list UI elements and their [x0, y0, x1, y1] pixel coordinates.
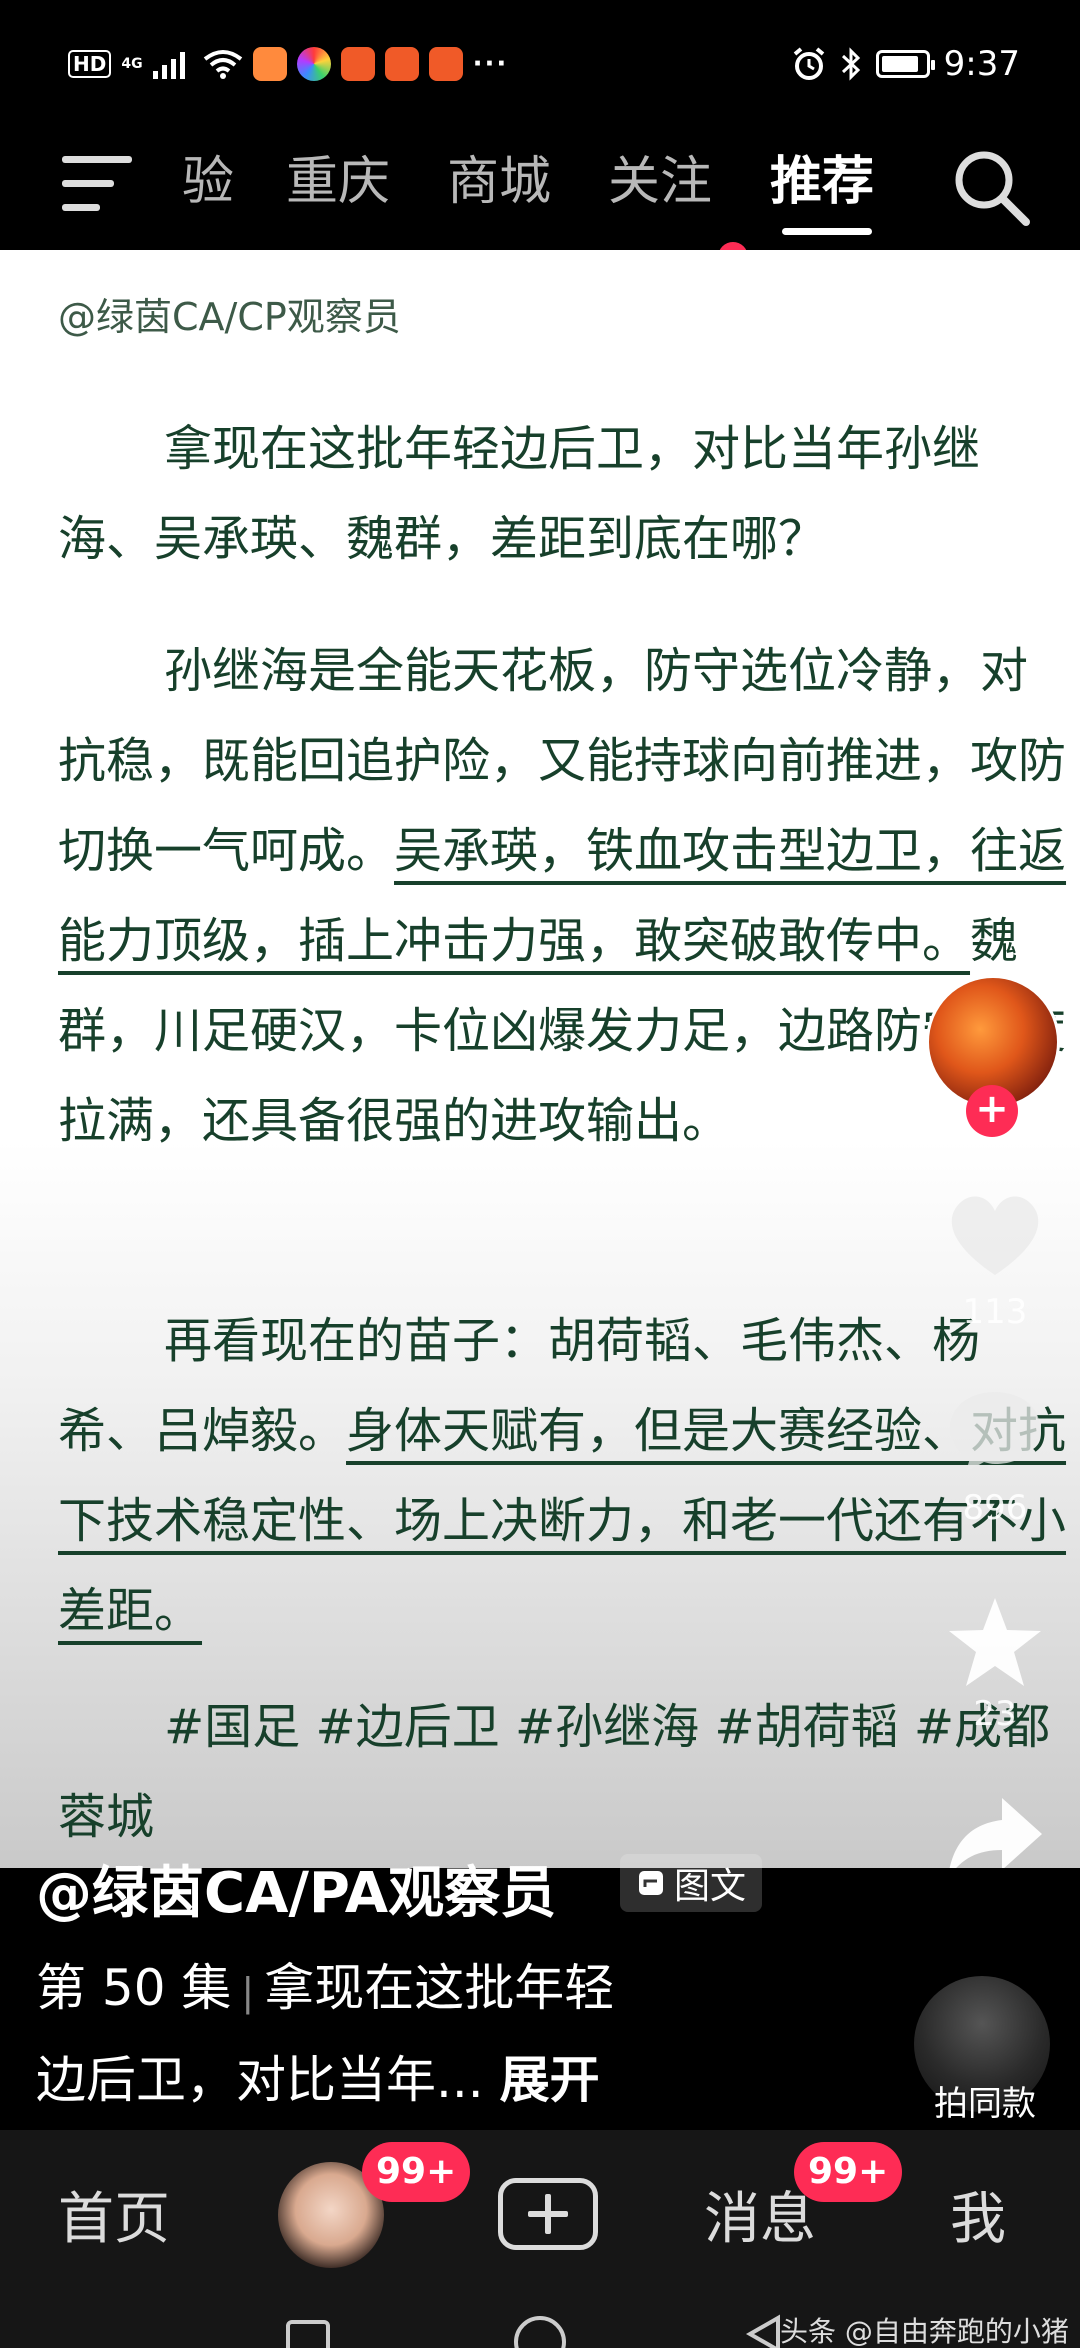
paragraph-3: 再看现在的苗子：胡荷韬、毛伟杰、杨希、吕焯毅。身体天赋有，但是大赛经验、对抗下技… [58, 1296, 1068, 1656]
like-icon[interactable] [940, 1185, 1050, 1285]
alarm-icon [793, 47, 824, 80]
article-card[interactable]: @绿茵CA/CP观察员 拿现在这批年轻边后卫，对比当年孙继海、吴承瑛、魏群，差距… [0, 250, 1080, 1870]
image-text-icon [639, 1871, 663, 1895]
article-author-tag: @绿茵CA/CP观察员 [58, 295, 401, 339]
watermark: 头条 @自由奔跑的小猪 [780, 2315, 1069, 2348]
home-button[interactable] [514, 2316, 566, 2348]
desc-line-1: 拿现在这批年轻 [264, 1959, 615, 2017]
tab-partial[interactable]: 验 [182, 142, 234, 222]
recents-button[interactable] [286, 2320, 330, 2348]
bluetooth-icon [841, 47, 860, 81]
tab-me[interactable]: 我 [950, 2174, 1006, 2255]
tab-following[interactable]: 关注 [608, 142, 712, 222]
signal-icon [152, 52, 185, 79]
heart-app-icon [252, 47, 287, 81]
back-triangle-icon[interactable] [744, 2314, 784, 2348]
active-tab-indicator [782, 228, 872, 235]
app-icon-2 [384, 47, 419, 81]
favorite-star-icon[interactable] [940, 1592, 1050, 1692]
paragraph-1-text: 拿现在这批年轻边后卫，对比当年孙继海、吴承瑛、魏群，差距到底在哪？ [58, 421, 981, 567]
publish-button[interactable] [498, 2178, 598, 2250]
wifi-icon [203, 50, 242, 79]
more-notifications-icon: ··· [472, 49, 509, 79]
battery-level [881, 56, 918, 72]
paragraph-2: 孙继海是全能天花板，防守选位冷静，对抗稳，既能回追护险，又能持球向前推进，攻防切… [58, 626, 1068, 1166]
colorful-app-icon [296, 47, 331, 81]
app-icon-1 [340, 47, 375, 81]
paragraph-1: 拿现在这批年轻边后卫，对比当年孙继海、吴承瑛、魏群，差距到底在哪？ [58, 404, 1068, 584]
post-type-label: 图文 [674, 1866, 747, 1907]
bottom-tab-bar: 首页 99+ 消息 99+ 我 [0, 2130, 1080, 2300]
post-description[interactable]: 第 50 集 | 拿现在这批年轻 边后卫，对比当年... 展开 [36, 1944, 796, 2124]
system-nav-bar: 头条 @自由奔跑的小猪 [0, 2300, 1080, 2348]
status-left: HD 4G ··· [68, 44, 508, 84]
app-icon-3 [428, 47, 463, 81]
menu-icon[interactable] [62, 148, 142, 218]
tab-home[interactable]: 首页 [58, 2174, 170, 2255]
network-type: 4G [121, 56, 143, 72]
desc-line-2: 边后卫，对比当年... [36, 2051, 484, 2109]
messages-badge: 99+ [794, 2142, 903, 2202]
post-info: @绿茵CA/PA观察员 图文 第 50 集 | 拿现在这批年轻 边后卫，对比当年..… [0, 1854, 1080, 2130]
expand-link[interactable]: 展开 [500, 2051, 600, 2109]
like-count: 113 [962, 1292, 1028, 1332]
post-type-badge: 图文 [620, 1854, 763, 1912]
plus-icon-v [545, 2194, 551, 2234]
friends-badge: 99+ [362, 2142, 471, 2202]
clock: 9:37 [943, 44, 1020, 84]
follow-plus-button[interactable]: + [966, 1085, 1018, 1137]
battery-icon [875, 50, 935, 78]
episode-label: 第 50 集 [36, 1959, 232, 2017]
desc-separator: | [241, 1970, 255, 2014]
post-author-name[interactable]: @绿茵CA/PA观察员 [36, 1848, 556, 1929]
hashtags[interactable]: #国足 #边后卫 #孙继海 #胡荷韬 #成都蓉城 [58, 1682, 1068, 1862]
tab-chongqing[interactable]: 重庆 [286, 142, 390, 222]
search-icon[interactable] [950, 146, 1034, 230]
comment-icon[interactable] [940, 1380, 1050, 1480]
top-nav: 验 重庆 商城 关注 推荐 [0, 130, 1080, 272]
status-bar: HD 4G ··· 9:37 [0, 0, 1080, 130]
comment-count: 896 [962, 1488, 1028, 1528]
hd-indicator: HD [68, 50, 112, 78]
favorite-count: 23 [973, 1694, 1017, 1734]
status-right: 9:37 [792, 44, 1020, 84]
same-style-label[interactable]: 拍同款 [900, 2076, 1070, 2125]
plus-icon-h [528, 2211, 568, 2217]
tab-mall[interactable]: 商城 [447, 142, 551, 222]
tab-recommend[interactable]: 推荐 [770, 142, 874, 222]
